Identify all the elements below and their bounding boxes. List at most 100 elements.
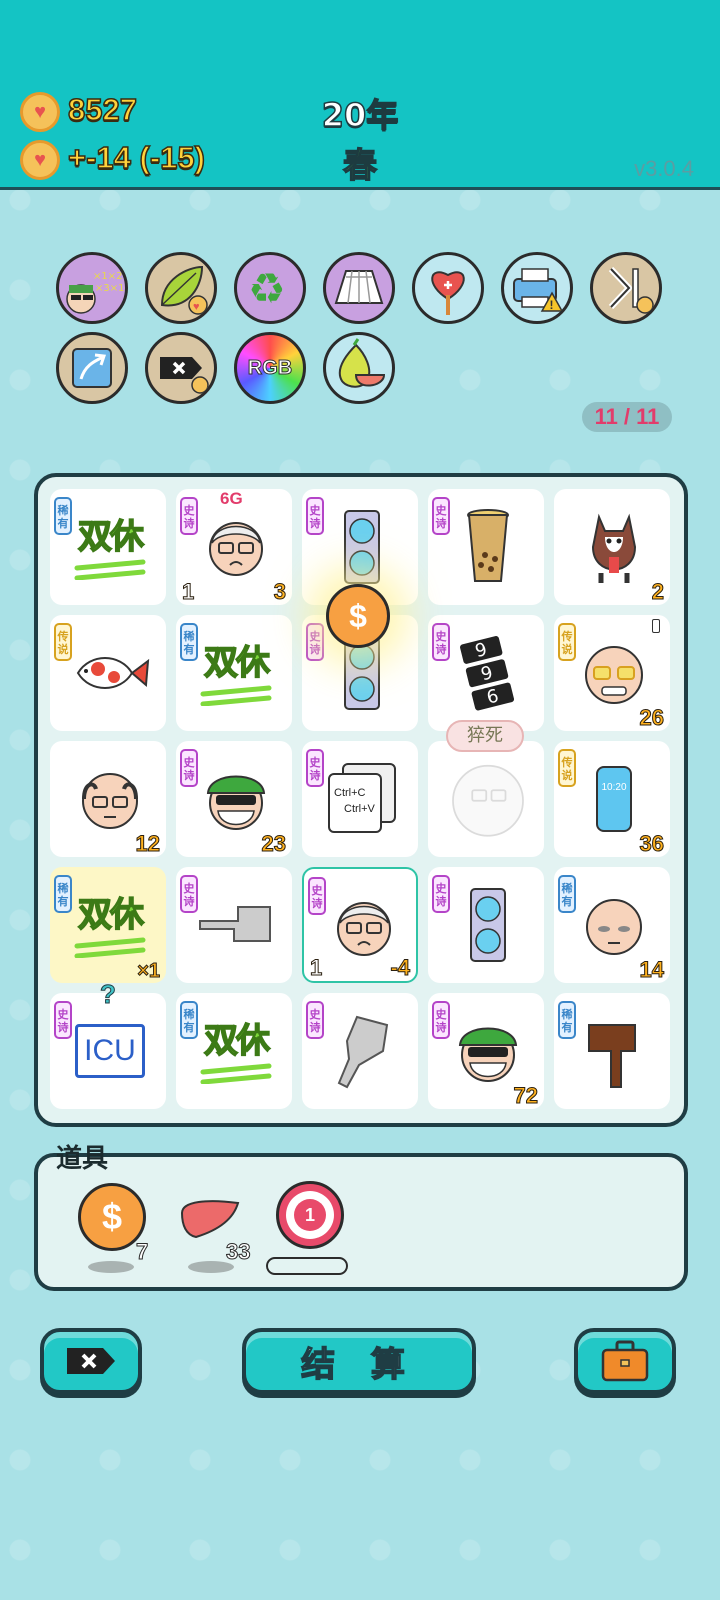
bald-man-face-icon — [572, 881, 656, 969]
koi-fish-icon — [68, 629, 152, 717]
skip-icon[interactable] — [590, 252, 662, 324]
husky-dog-icon — [572, 503, 656, 591]
copy-paste-card-icon: Ctrl+C Ctrl+V — [320, 755, 404, 843]
double-rest-art: 双休 — [68, 881, 152, 969]
question-mark: ? — [100, 979, 117, 1010]
income-heart-coin-icon: ♥ — [20, 140, 60, 180]
multiplier-face-icon[interactable]: ×1×2 ×3×1 — [56, 252, 128, 324]
value: -4 — [390, 955, 411, 981]
cell-double-rest[interactable]: 稀有 双休 — [50, 489, 166, 605]
version-label: v3.0.4 — [634, 156, 694, 181]
multiplier-value: ×1 — [137, 960, 161, 983]
value: 72 — [513, 1083, 539, 1109]
cell-double-rest[interactable]: 稀有 双休 — [176, 993, 292, 1109]
cell-ctrl-c-v[interactable]: 史诗 Ctrl+C Ctrl+V — [302, 741, 418, 857]
cell-husky[interactable]: 2 — [554, 489, 670, 605]
remove-tile-button[interactable] — [40, 1328, 142, 1394]
cell-pointing-hand-down[interactable]: 史诗 — [302, 993, 418, 1109]
gpu-icon — [320, 503, 404, 591]
double-rest-lines-icon — [200, 1063, 272, 1085]
top-status-bar: ♥ 8527 ♥ +-14 (-15) 20年 春 v3.0.4 — [0, 0, 720, 190]
coin-item-count: 7 — [135, 1239, 149, 1265]
value: 26 — [639, 705, 665, 731]
target-item-count: 1 — [294, 1199, 326, 1231]
recycle-icon[interactable]: ♻ — [234, 252, 306, 324]
bubble-tea-icon — [446, 503, 530, 591]
dollar-coin-effect: $ — [326, 584, 390, 648]
settle-button[interactable]: 结 算 — [242, 1328, 476, 1394]
svg-text:♻: ♻ — [248, 264, 286, 313]
996-tiles-icon: 9 9 6 — [446, 629, 530, 717]
cell-bubble-tea[interactable]: 史诗 — [428, 489, 544, 605]
svg-text:♥: ♥ — [193, 301, 200, 313]
season-label: 春 — [342, 145, 378, 187]
year-label: 20年 — [321, 95, 399, 135]
printer-warning-icon[interactable]: ! — [501, 252, 573, 324]
ghost-face-icon — [446, 755, 530, 843]
cell-phone[interactable]: 传说 10:20 36 — [554, 741, 670, 857]
briefcase-icon — [601, 1340, 649, 1382]
cell-old-man-selected[interactable]: 史诗 1 -4 — [302, 867, 418, 983]
cell-gpu[interactable]: 史诗 — [428, 867, 544, 983]
svg-text:×3×1: ×3×1 — [95, 283, 124, 294]
remove-tag-icon — [67, 1348, 115, 1374]
pomelo-icon[interactable] — [323, 332, 395, 404]
remove-coin-icon[interactable] — [145, 332, 217, 404]
gpu-icon — [446, 881, 530, 969]
double-rest-text: 双休 — [203, 1020, 271, 1062]
double-rest-lines-icon — [74, 559, 146, 581]
cell-dead-man[interactable] — [428, 741, 544, 857]
small-phone-icon — [652, 619, 660, 633]
settle-button-label: 结 算 — [300, 1344, 417, 1386]
money-value: 8527 — [67, 91, 137, 128]
smartphone-icon: 10:20 — [572, 755, 656, 843]
ctrl-v-text: Ctrl+V — [344, 803, 375, 815]
cell-pointing-hand[interactable]: 史诗 — [176, 867, 292, 983]
value: 3 — [273, 579, 286, 605]
cell-brown-hand[interactable]: 稀有 — [554, 993, 670, 1109]
icu-text: ICU — [75, 1024, 145, 1078]
double-rest-lines-icon — [200, 685, 272, 707]
double-rest-text: 双休 — [77, 516, 145, 558]
leaf-coin-icon[interactable]: ♥ — [145, 252, 217, 324]
cell-double-rest-highlighted[interactable]: 稀有 双休 ×1 — [50, 867, 166, 983]
cell-balding-man[interactable]: 12 — [50, 741, 166, 857]
masked-man-face-icon — [194, 755, 278, 843]
cell-double-rest[interactable]: 稀有 双休 — [176, 615, 292, 731]
money-heart-coin-icon: ♥ — [20, 92, 60, 132]
rgb-label: RGB — [247, 356, 293, 379]
value: 23 — [261, 831, 287, 857]
cell-masked-man[interactable]: 史诗 72 — [428, 993, 544, 1109]
grinning-man-face-icon — [572, 629, 656, 717]
brown-pointing-hand-icon — [572, 1007, 656, 1095]
double-rest-art: 双休 — [68, 503, 152, 591]
balding-man-face-icon — [68, 755, 152, 843]
coin-item-shadow — [88, 1261, 134, 1273]
rgb-icon[interactable]: RGB — [234, 332, 306, 404]
value: 2 — [651, 579, 664, 605]
cell-old-man-6g[interactable]: 史诗 6G 1 3 — [176, 489, 292, 605]
old-man-face-icon — [194, 503, 278, 591]
left-value: 1 — [181, 579, 195, 605]
cell-icu[interactable]: 史诗 ? ICU — [50, 979, 166, 1109]
phone-time: 10:20 — [596, 766, 632, 832]
svg-text:×1×2: ×1×2 — [93, 271, 122, 282]
pleated-skirt-icon[interactable] — [323, 252, 395, 324]
pointing-hand-left-icon — [194, 881, 278, 969]
briefcase-button[interactable] — [574, 1328, 676, 1394]
icu-sign-icon: ICU — [68, 1007, 152, 1095]
masked-man-face-icon — [446, 1007, 530, 1095]
target-item-icon[interactable]: 1 — [276, 1181, 344, 1249]
svg-text:!: ! — [550, 298, 554, 312]
double-rest-text: 双休 — [203, 642, 271, 684]
cell-996[interactable]: 史诗 9 9 6 — [428, 615, 544, 731]
heart-fan-icon[interactable] — [412, 252, 484, 324]
double-rest-art: 双休 — [194, 629, 278, 717]
cell-koi[interactable]: 传说 — [50, 615, 166, 731]
cell-grinning-man[interactable]: 传说 26 — [554, 615, 670, 731]
items-title: 道具 — [56, 1144, 109, 1174]
arrow-card-icon[interactable] — [56, 332, 128, 404]
ctrl-c-text: Ctrl+C — [334, 787, 366, 799]
cell-masked-man[interactable]: 史诗 23 — [176, 741, 292, 857]
cell-bald-man[interactable]: 稀有 14 — [554, 867, 670, 983]
